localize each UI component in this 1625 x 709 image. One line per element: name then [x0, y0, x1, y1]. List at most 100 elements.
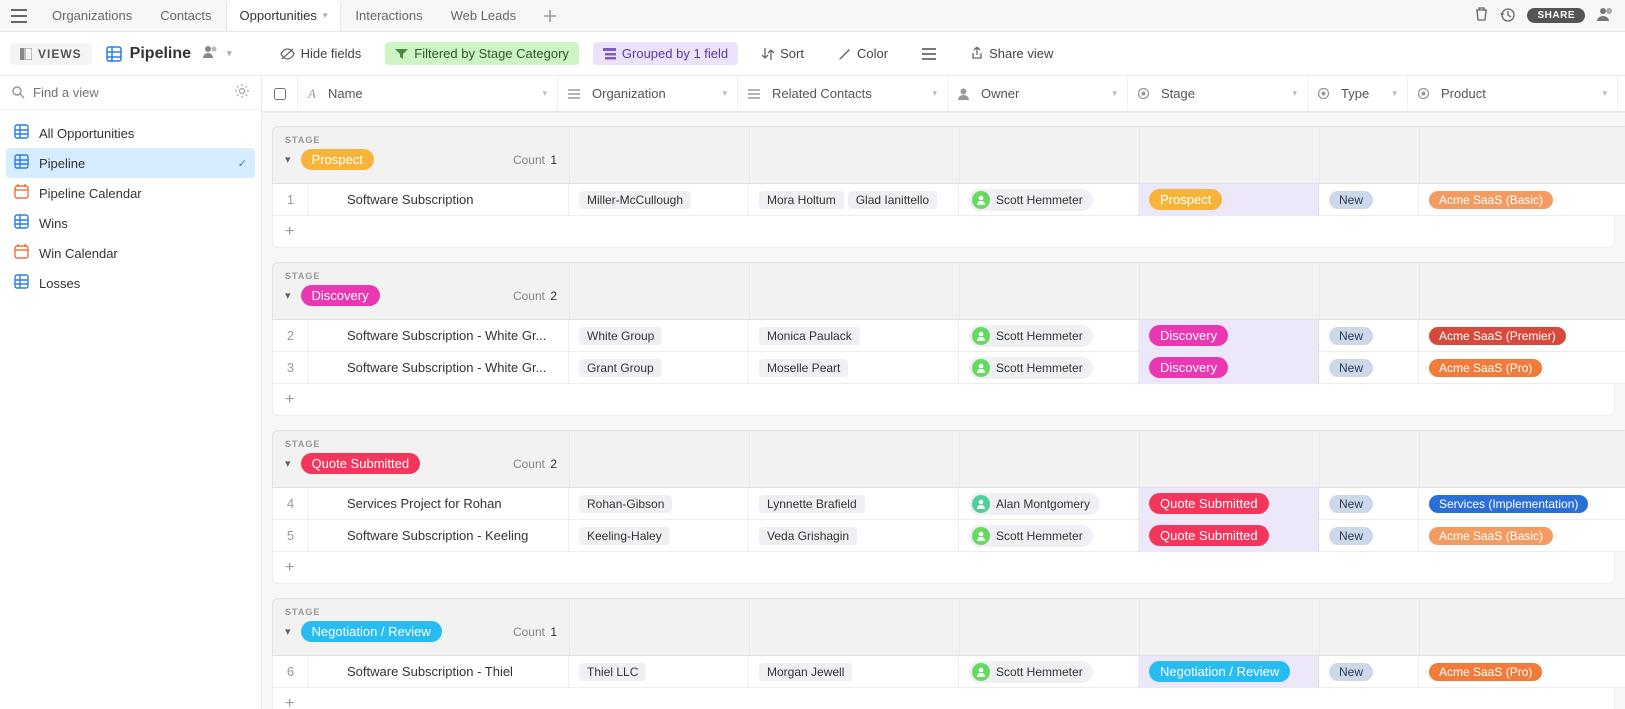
view-search-input[interactable] [33, 85, 235, 100]
cell-product[interactable]: Acme SaaS (Basic) [1419, 520, 1625, 552]
cell-type[interactable]: New [1319, 184, 1419, 216]
table-row[interactable]: 4Services Project for RohanRohan-Gibson L… [272, 488, 1625, 520]
cell-name[interactable]: Services Project for Rohan [309, 488, 569, 520]
column-header-type[interactable]: Type▾ [1308, 76, 1408, 111]
tab-interactions[interactable]: Interactions [341, 0, 436, 32]
cell-contacts[interactable]: Mora HoltumGlad Ianittello [749, 184, 959, 216]
cell-owner[interactable]: Scott Hemmeter [959, 520, 1139, 552]
cell-contacts[interactable]: Lynnette Brafield [749, 488, 959, 520]
cell-product[interactable]: Acme SaaS (Premier) [1419, 320, 1625, 352]
table-row[interactable]: 3Software Subscription - White Gr...Gran… [272, 352, 1625, 384]
tab-organizations[interactable]: Organizations [38, 0, 146, 32]
cell-organization[interactable]: Thiel LLC [569, 656, 749, 688]
group-header[interactable]: STAGE▾ProspectCount 1 [272, 126, 1625, 184]
cell-name[interactable]: Software Subscription - Thiel [309, 656, 569, 688]
table-row[interactable]: 5Software Subscription - KeelingKeeling-… [272, 520, 1625, 552]
cell-organization[interactable]: Keeling-Haley [569, 520, 749, 552]
cell-owner[interactable]: Alan Montgomery [959, 488, 1139, 520]
row-number: 4 [273, 488, 309, 520]
add-row-button[interactable]: + [272, 384, 1615, 416]
cell-product[interactable]: Services (Implementation) [1419, 488, 1625, 520]
color-button[interactable]: Color [828, 42, 898, 65]
tab-opportunities[interactable]: Opportunities▾ [226, 0, 342, 32]
row-height-button[interactable] [912, 44, 946, 64]
cell-product[interactable]: Acme SaaS (Pro) [1419, 656, 1625, 688]
group-header[interactable]: STAGE▾Quote SubmittedCount 2 [272, 430, 1625, 488]
share-view-button[interactable]: Share view [960, 42, 1063, 65]
view-title[interactable]: Pipeline ▾ [106, 45, 232, 63]
menu-icon[interactable] [0, 9, 38, 23]
hide-fields-button[interactable]: Hide fields [270, 42, 372, 65]
collaborators-icon[interactable] [1597, 7, 1615, 24]
cell-owner[interactable]: Scott Hemmeter [959, 184, 1139, 216]
column-header-contacts[interactable]: Related Contacts▾ [738, 76, 948, 111]
cell-contacts[interactable]: Monica Paulack [749, 320, 959, 352]
view-item-pipeline-calendar[interactable]: Pipeline Calendar [6, 178, 255, 208]
share-button[interactable]: SHARE [1527, 8, 1585, 23]
cell-owner[interactable]: Scott Hemmeter [959, 320, 1139, 352]
select-all-checkbox[interactable] [274, 88, 286, 100]
cell-stage[interactable]: Discovery [1139, 320, 1319, 352]
cell-stage[interactable]: Quote Submitted [1139, 520, 1319, 552]
cell-stage[interactable]: Quote Submitted [1139, 488, 1319, 520]
filter-button[interactable]: Filtered by Stage Category [385, 42, 579, 65]
org-chip: White Group [579, 327, 662, 345]
cell-type[interactable]: New [1319, 352, 1419, 384]
table-row[interactable]: 6Software Subscription - ThielThiel LLCM… [272, 656, 1625, 688]
column-header-stage[interactable]: Stage▾ [1128, 76, 1308, 111]
group-header[interactable]: STAGE▾DiscoveryCount 2 [272, 262, 1625, 320]
table-row[interactable]: 2Software Subscription - White Gr...Whit… [272, 320, 1625, 352]
cell-stage[interactable]: Prospect [1139, 184, 1319, 216]
cell-product[interactable]: Acme SaaS (Basic) [1419, 184, 1625, 216]
tab-web-leads[interactable]: Web Leads [437, 0, 531, 32]
add-row-button[interactable]: + [272, 552, 1615, 584]
view-item-pipeline[interactable]: Pipeline✓ [6, 148, 255, 178]
select-all-cell[interactable] [262, 76, 298, 111]
cell-stage[interactable]: Negotiation / Review [1139, 656, 1319, 688]
view-item-wins[interactable]: Wins [6, 208, 255, 238]
cell-name[interactable]: Software Subscription - Keeling [309, 520, 569, 552]
group-header[interactable]: STAGE▾Negotiation / ReviewCount 1 [272, 598, 1625, 656]
cell-organization[interactable]: Miller-McCullough [569, 184, 749, 216]
cell-owner[interactable]: Scott Hemmeter [959, 352, 1139, 384]
add-row-button[interactable]: + [272, 688, 1615, 709]
cell-name[interactable]: Software Subscription [309, 184, 569, 216]
collapse-icon[interactable]: ▾ [285, 289, 291, 302]
sort-button[interactable]: Sort [752, 42, 814, 65]
column-header-organization[interactable]: Organization▾ [558, 76, 738, 111]
cell-organization[interactable]: Rohan-Gibson [569, 488, 749, 520]
history-icon[interactable] [1500, 7, 1515, 25]
cell-organization[interactable]: White Group [569, 320, 749, 352]
view-item-win-calendar[interactable]: Win Calendar [6, 238, 255, 268]
column-header-owner[interactable]: Owner▾ [948, 76, 1128, 111]
cell-organization[interactable]: Grant Group [569, 352, 749, 384]
view-item-all-opportunities[interactable]: All Opportunities [6, 118, 255, 148]
cell-contacts[interactable]: Morgan Jewell [749, 656, 959, 688]
collapse-icon[interactable]: ▾ [285, 457, 291, 470]
cell-name[interactable]: Software Subscription - White Gr... [309, 352, 569, 384]
collapse-icon[interactable]: ▾ [285, 153, 291, 166]
settings-icon[interactable] [235, 84, 249, 101]
cell-contacts[interactable]: Veda Grishagin [749, 520, 959, 552]
collapse-icon[interactable]: ▾ [285, 625, 291, 638]
cell-contacts[interactable]: Moselle Peart [749, 352, 959, 384]
view-item-losses[interactable]: Losses [6, 268, 255, 298]
cell-product[interactable]: Acme SaaS (Pro) [1419, 352, 1625, 384]
contact-chip: Lynnette Brafield [759, 495, 865, 513]
column-header-product[interactable]: Product▾ [1408, 76, 1618, 111]
tab-contacts[interactable]: Contacts [146, 0, 225, 32]
trash-icon[interactable] [1475, 7, 1488, 24]
views-panel-toggle[interactable]: VIEWS [10, 43, 92, 65]
cell-type[interactable]: New [1319, 488, 1419, 520]
table-row[interactable]: 1Software SubscriptionMiller-McCulloughM… [272, 184, 1625, 216]
cell-type[interactable]: New [1319, 320, 1419, 352]
column-header-name[interactable]: AName▾ [298, 76, 558, 111]
cell-owner[interactable]: Scott Hemmeter [959, 656, 1139, 688]
cell-stage[interactable]: Discovery [1139, 352, 1319, 384]
add-row-button[interactable]: + [272, 216, 1615, 248]
cell-name[interactable]: Software Subscription - White Gr... [309, 320, 569, 352]
cell-type[interactable]: New [1319, 656, 1419, 688]
add-tab-button[interactable] [530, 0, 560, 32]
cell-type[interactable]: New [1319, 520, 1419, 552]
group-button[interactable]: Grouped by 1 field [593, 42, 738, 65]
